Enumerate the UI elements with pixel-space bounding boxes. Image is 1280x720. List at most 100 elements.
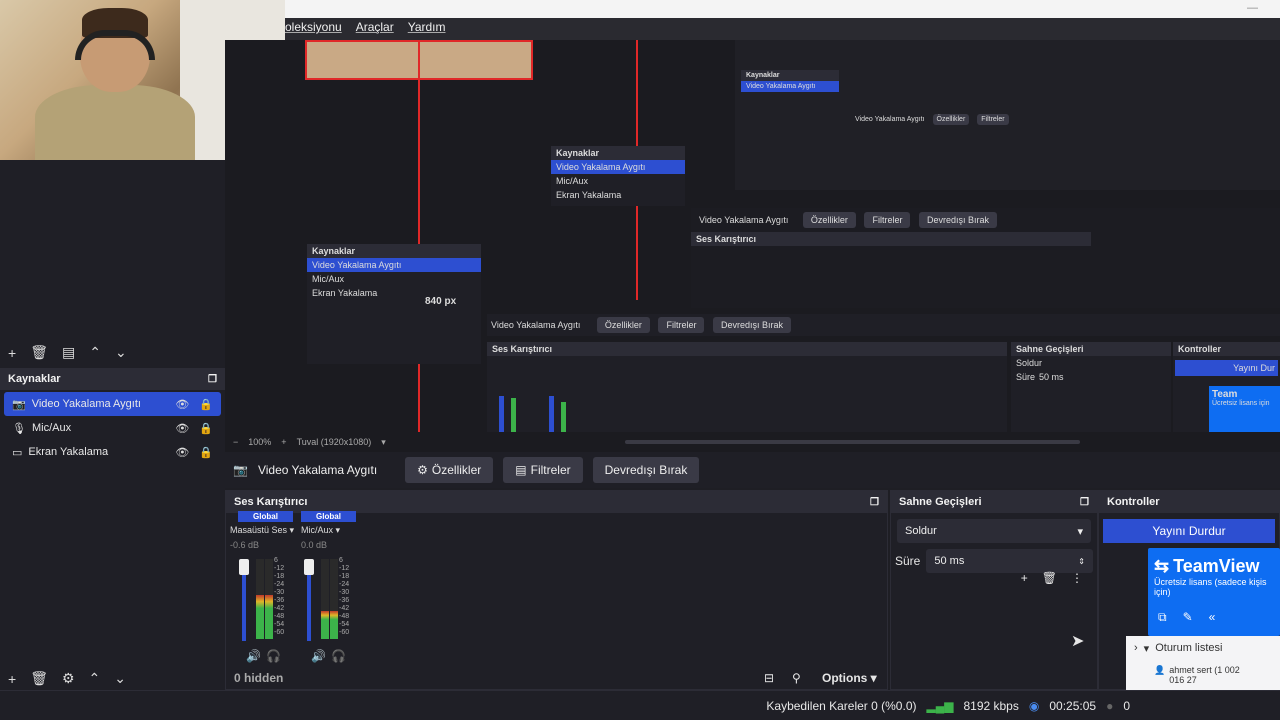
add-icon[interactable]: + xyxy=(8,345,16,361)
source-item-video-capture[interactable]: 📷 Video Yakalama Aygıtı 👁 🔒 xyxy=(4,392,221,416)
hidden-count: 0 hidden xyxy=(234,671,284,685)
gear-icon[interactable]: ⚙ xyxy=(62,670,75,687)
pin-icon[interactable]: ✎ xyxy=(1183,610,1193,625)
lock-icon[interactable]: 🔒 xyxy=(199,422,213,435)
filters-button[interactable]: ▤ Filtreler xyxy=(503,457,583,483)
user-icon: 👤 xyxy=(1154,665,1166,675)
level-meter-desktop xyxy=(256,559,264,639)
chevron-right-icon[interactable]: › xyxy=(1134,642,1138,655)
chevron-down-icon[interactable]: ▾ xyxy=(290,525,295,535)
menu-bar: — oleksiyonu Araçlar Yardım xyxy=(285,0,1280,40)
stream-time: 00:25:05 xyxy=(1049,698,1097,713)
deactivate-button[interactable]: Devredışı Bırak xyxy=(592,457,700,483)
undock-icon[interactable]: ❐ xyxy=(208,374,217,385)
zoom-out-icon[interactable]: − xyxy=(233,437,238,447)
link-icon[interactable]: ⚲ xyxy=(792,671,801,685)
nested-controls: Kontroller Yayını Dur Team Ücretsiz lisa… xyxy=(1173,342,1280,432)
mouse-cursor-icon: ➤ xyxy=(1071,633,1085,650)
session-item[interactable]: 👤 ahmet sert (1 002 016 27 xyxy=(1126,661,1280,689)
broadcast-icon: ◉ xyxy=(1028,698,1040,713)
gear-icon: ⚙ xyxy=(417,463,428,477)
transition-select[interactable]: Soldur ▾ xyxy=(897,519,1091,543)
sources-toolbar: + 🗑 ⚙ ⌃ ⌄ xyxy=(8,670,126,687)
audio-mixer: Ses Karıştırıcı ❐ Global Masaüstü Ses ▾ … xyxy=(225,490,888,690)
meter-scale-tick: -36 xyxy=(274,597,285,604)
chevron-down-icon: ▾ xyxy=(1143,643,1150,655)
speaker-icon[interactable]: 🔊 xyxy=(246,649,261,663)
headphones-icon[interactable]: 🎧 xyxy=(266,649,281,663)
volume-knob[interactable] xyxy=(304,559,314,575)
meter-scale-tick: -54 xyxy=(339,621,350,628)
eye-icon[interactable]: 👁 xyxy=(175,446,189,459)
meter-scale-tick: -48 xyxy=(274,613,285,620)
stepper-icon[interactable]: ⇕ xyxy=(1078,557,1085,566)
undock-icon[interactable]: ❐ xyxy=(1080,497,1089,508)
down-icon[interactable]: ⌄ xyxy=(115,344,127,361)
nested-sources-2: Kaynaklar Video Yakalama Aygıtı Mic/Aux … xyxy=(551,146,685,206)
zoom-in-icon[interactable]: + xyxy=(281,437,286,447)
filter-icon: ▤ xyxy=(515,463,527,477)
zoom-bar: − 100% + Tuval (1920x1080) ▾ xyxy=(225,432,1280,452)
chevron-down-icon[interactable]: ▾ xyxy=(336,525,341,535)
meter-scale: 6 -12 -18 -24 -30 -36 -42 -48 -54 -60 xyxy=(274,557,284,637)
mixer-title: Ses Karıştırıcı ❐ xyxy=(226,491,887,513)
trash-icon[interactable]: 🗑 xyxy=(30,344,48,361)
collapse-icon[interactable]: « xyxy=(1209,610,1216,625)
trash-icon[interactable]: 🗑 xyxy=(30,670,48,687)
chevron-down-icon[interactable]: ▾ xyxy=(381,437,386,448)
chevron-down-icon: ▾ xyxy=(1077,525,1083,538)
duration-input[interactable]: 50 ms ⇕ xyxy=(926,549,1093,573)
meter-scale-tick: -42 xyxy=(274,605,285,612)
lock-icon[interactable]: 🔒 xyxy=(199,398,213,411)
controls-title: Kontroller xyxy=(1099,491,1279,513)
teamviewer-logo-icon: ⇆ xyxy=(1154,556,1170,576)
menu-tools[interactable]: Araçlar xyxy=(356,20,394,34)
eye-icon[interactable]: 👁 xyxy=(175,398,189,411)
source-item-mic[interactable]: 🎙 Mic/Aux 👁 🔒 xyxy=(4,416,221,440)
teamviewer-popup[interactable]: ⇆ TeamView Ücretsiz lisans (sadece kişis… xyxy=(1148,548,1280,636)
volume-knob[interactable] xyxy=(239,559,249,575)
lock-icon[interactable]: 🔒 xyxy=(199,446,213,459)
preview-canvas[interactable]: Kaynaklar Video Yakalama Aygıtı Mic/Aux … xyxy=(225,40,1280,432)
add-icon[interactable]: + xyxy=(8,671,16,687)
options-button[interactable]: Options ▾ xyxy=(822,671,877,685)
layout-icon[interactable]: ⊟ xyxy=(764,671,774,685)
camera-icon: 📷 xyxy=(233,463,248,477)
properties-button[interactable]: ⚙ Özellikler xyxy=(405,457,494,483)
more-icon[interactable]: ⋮ xyxy=(1071,571,1083,585)
meter-scale-tick: -12 xyxy=(339,565,350,572)
stop-streaming-button[interactable]: Yayını Durdur xyxy=(1103,519,1275,543)
horizontal-scrollbar[interactable] xyxy=(625,440,1080,444)
source-item-screen-capture[interactable]: ▭ Ekran Yakalama 👁 🔒 xyxy=(4,440,221,464)
minimize-icon[interactable]: — xyxy=(1247,2,1258,14)
meter-scale-tick: -42 xyxy=(339,605,350,612)
up-icon[interactable]: ⌃ xyxy=(89,344,101,361)
up-icon[interactable]: ⌃ xyxy=(89,670,101,687)
meter-scale-tick: 6 xyxy=(339,557,343,564)
eye-icon[interactable]: 👁 xyxy=(175,422,189,435)
meter-scale-tick: -36 xyxy=(339,597,350,604)
undock-icon[interactable]: ❐ xyxy=(870,497,879,508)
meter-scale-tick: -12 xyxy=(274,565,285,572)
copy-icon[interactable]: ⧉ xyxy=(1158,610,1167,625)
add-icon[interactable]: + xyxy=(1021,571,1028,585)
meter-scale: 6 -12 -18 -24 -30 -36 -42 -48 -54 -60 xyxy=(339,557,349,637)
filter-icon[interactable]: ▤ xyxy=(62,344,75,361)
meter-scale-tick: -18 xyxy=(274,573,285,580)
speaker-icon[interactable]: 🔊 xyxy=(311,649,326,663)
meter-scale-tick: -48 xyxy=(339,613,350,620)
current-source-name: Video Yakalama Aygıtı xyxy=(257,463,378,477)
menu-help[interactable]: Yardım xyxy=(408,20,446,34)
nested-sourcebar: Video Yakalama Aygıtı Özellikler Filtrel… xyxy=(487,314,1280,336)
meter-scale-tick: -60 xyxy=(274,629,285,636)
nested-level-3: Video Yakalama Aygıtı Özellikler Filtrel… xyxy=(691,208,1280,308)
trash-icon[interactable]: 🗑 xyxy=(1042,571,1057,585)
nested-level-4: Kaynaklar Video Yakalama Aygıtı Video Ya… xyxy=(735,40,1280,190)
camera-icon: 📷 xyxy=(12,398,26,411)
mixer-channel-mic: Global Mic/Aux ▾ 0.0 dB xyxy=(301,511,371,550)
down-icon[interactable]: ⌄ xyxy=(114,670,126,687)
menu-collections[interactable]: oleksiyonu xyxy=(285,20,342,34)
headphones-icon[interactable]: 🎧 xyxy=(331,649,346,663)
nested-transitions: Sahne Geçişleri Soldur Süre 50 ms xyxy=(1011,342,1171,432)
dropped-frames: Kaybedilen Kareler 0 (%0.0) xyxy=(766,698,917,713)
